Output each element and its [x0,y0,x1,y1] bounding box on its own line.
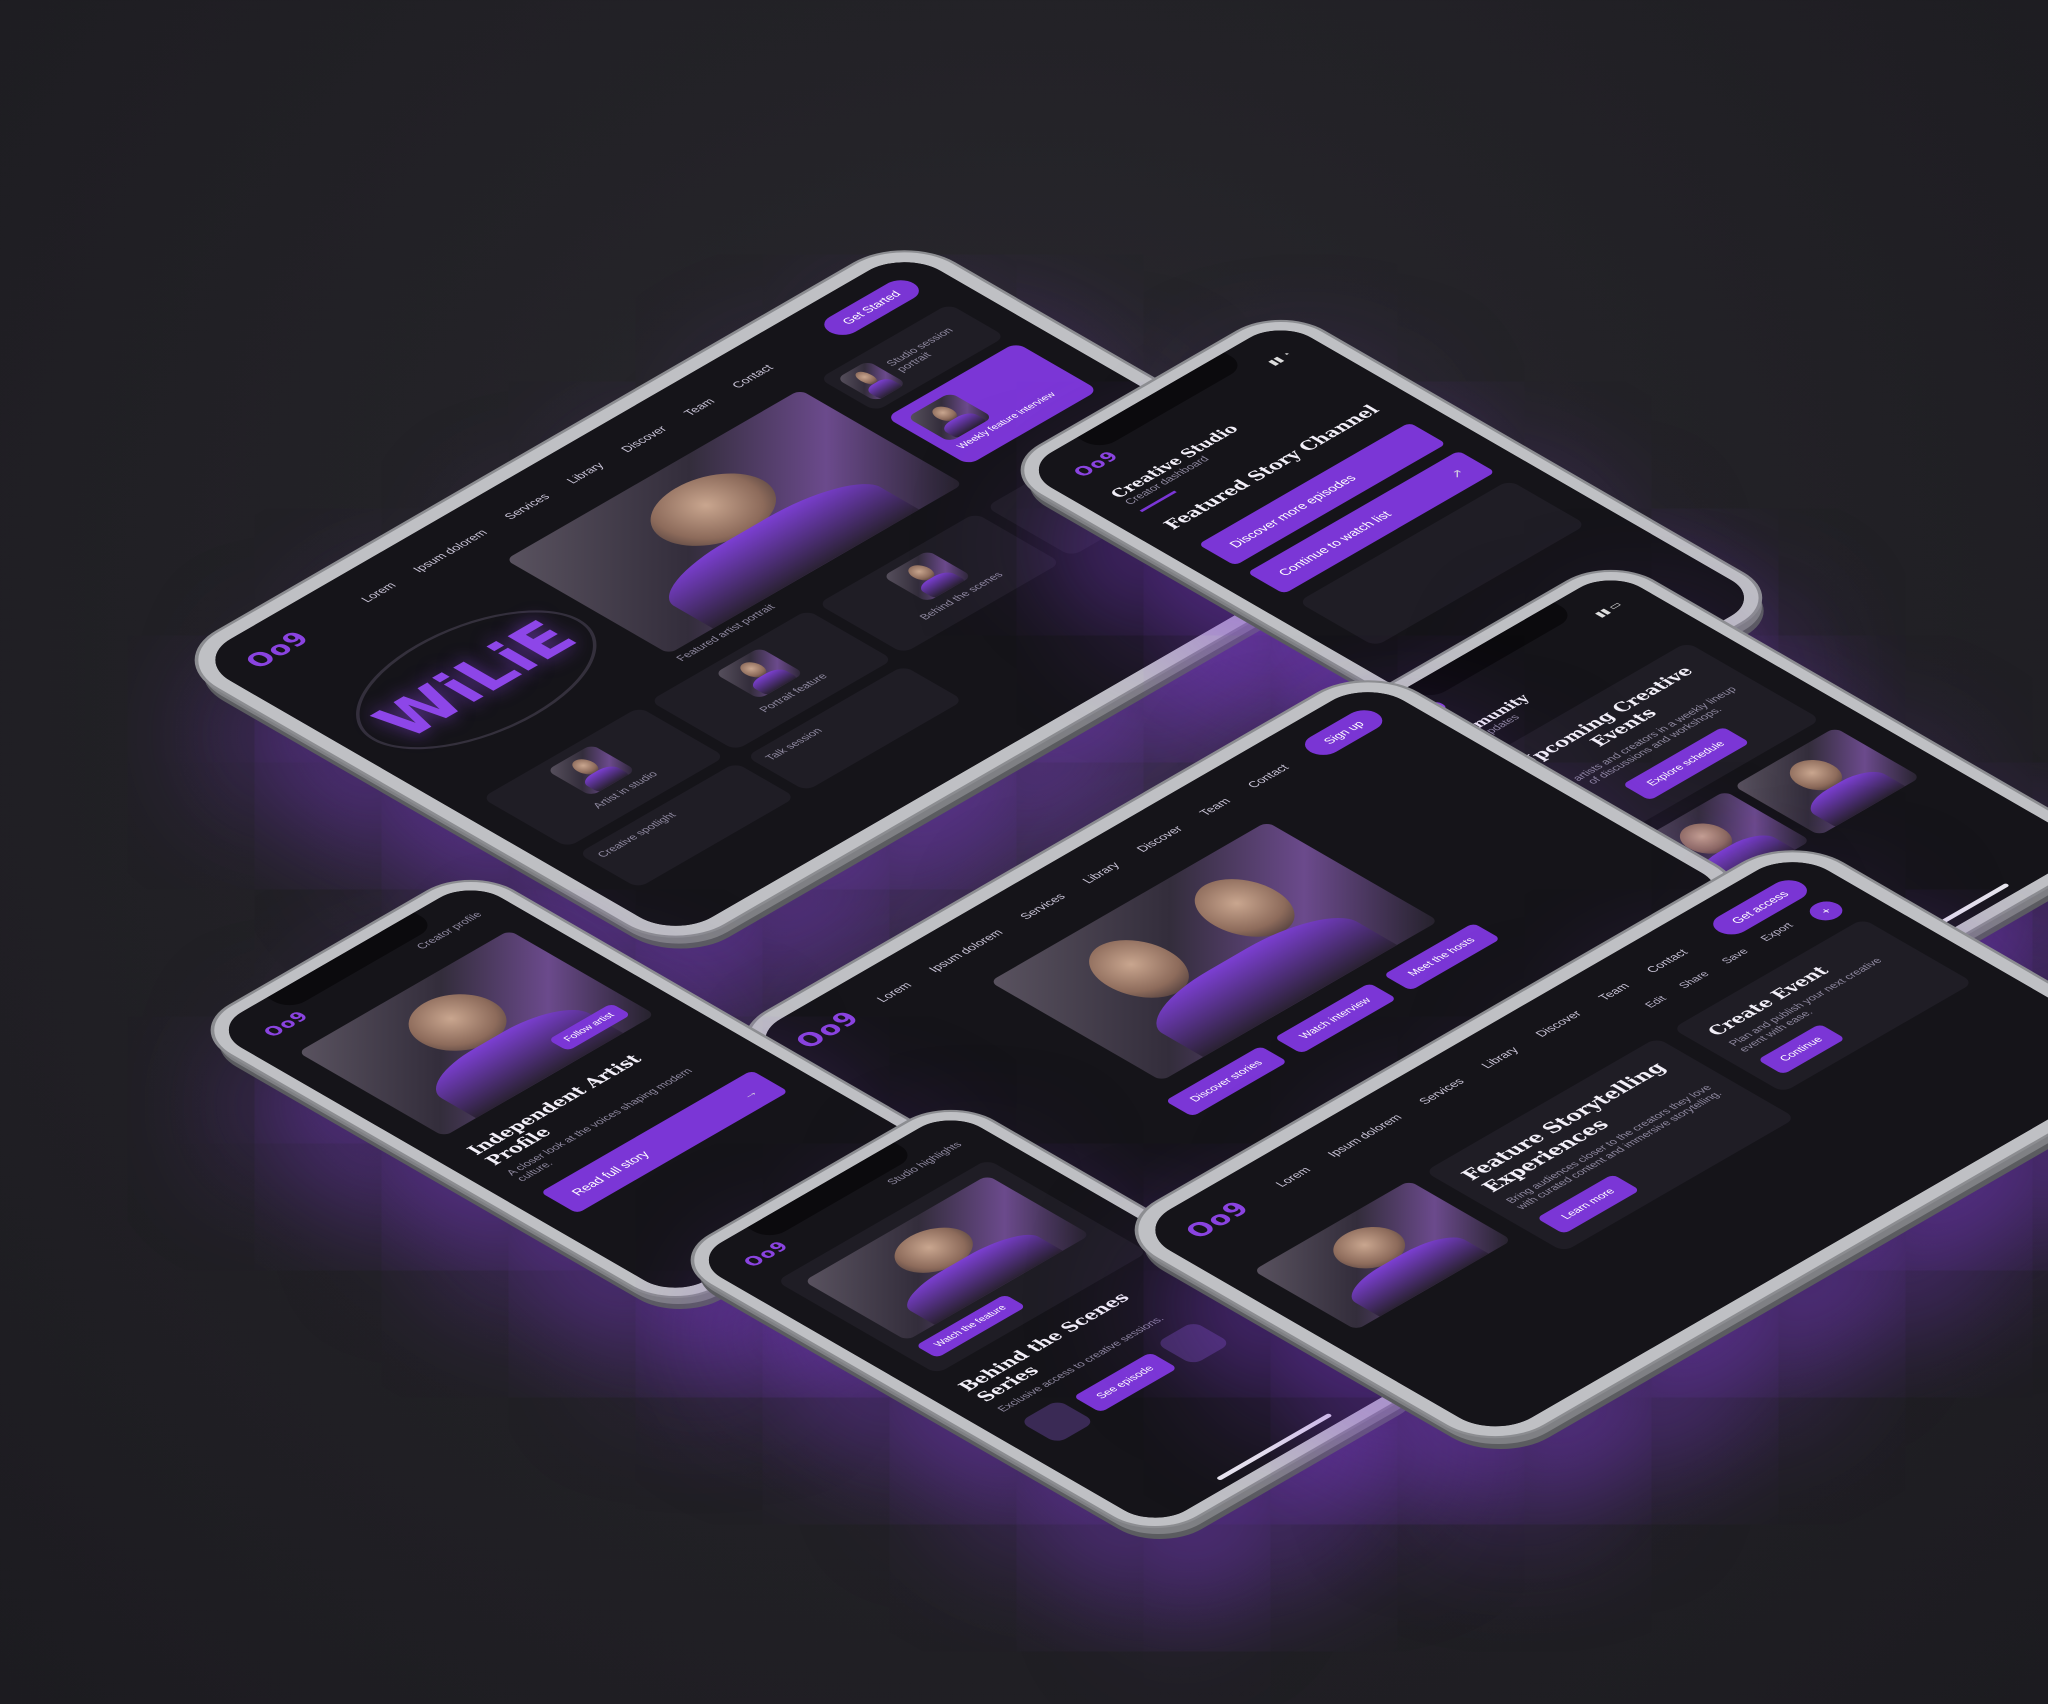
nav-item[interactable]: Team [1196,796,1233,818]
plus-icon[interactable]: + [1803,897,1849,925]
thumbnail[interactable] [1155,1321,1232,1365]
arrow-right-icon: ↗ [1444,466,1469,481]
sign-up-button[interactable]: Sign up [1297,705,1390,760]
nav-item[interactable]: Library [1079,860,1123,885]
nav-item[interactable]: Contact [1643,947,1691,975]
edit-tool[interactable]: Edit [1643,994,1682,1016]
nav-item[interactable]: Contact [728,363,776,391]
logo[interactable]: Oo9 [789,1007,868,1052]
hero-photo[interactable] [989,821,1439,1081]
nav-item[interactable]: Discover [1532,1009,1584,1039]
preview-photo[interactable] [1253,1180,1513,1331]
mockup-scene: Oo9 Lorem Ipsum dolorem Services Library… [0,0,2048,1704]
nav-item[interactable]: Services [1017,891,1069,921]
thumbnail[interactable] [1019,1399,1096,1444]
nav-item[interactable]: Lorem [873,980,914,1004]
nav-item[interactable]: Lorem [358,580,399,604]
export-tool[interactable]: Export [1758,921,1808,950]
signal-icon: ▮▮ ◔ [1265,350,1295,368]
battery-icon: ▮▮ ▭ [1592,600,1625,620]
nav-item[interactable]: Discover [618,424,670,454]
nav-item[interactable]: Services [1416,1076,1468,1106]
arrow-right-icon: → [735,1085,762,1101]
logo[interactable]: Oo9 [239,627,318,672]
nav-item[interactable]: Lorem [1272,1165,1313,1189]
logo[interactable]: Oo9 [1069,448,1124,480]
save-tool[interactable]: Save [1719,947,1763,972]
nav-item[interactable]: Ipsum dolorem [410,528,491,575]
logo[interactable]: Oo9 [739,1238,794,1270]
nav-item[interactable]: Team [681,396,718,418]
nav-item[interactable]: Library [563,460,607,485]
home-indicator [1215,1413,1333,1481]
share-tool[interactable]: Share [1677,970,1725,998]
nav-item[interactable]: Discover [1133,824,1185,854]
nav-item[interactable]: Contact [1244,762,1292,790]
nav-item[interactable]: Library [1478,1045,1522,1070]
nav-item[interactable]: Team [1595,981,1632,1003]
logo[interactable]: Oo9 [259,1008,314,1040]
nav-item[interactable]: Ipsum dolorem [925,927,1006,974]
nav-item[interactable]: Services [501,492,553,522]
